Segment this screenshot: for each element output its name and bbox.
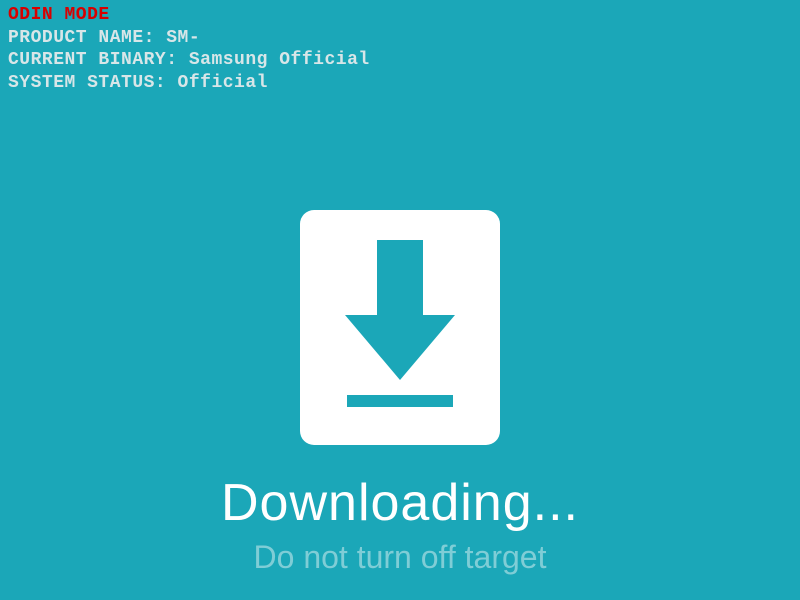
downloading-status-text: Downloading...	[221, 473, 579, 533]
current-binary-label: CURRENT BINARY:	[8, 50, 178, 70]
binary-info-line: CURRENT BINARY: Samsung Official	[8, 49, 370, 72]
product-info-line: PRODUCT NAME: SM-	[8, 27, 370, 50]
product-name-value: SM-	[166, 28, 200, 48]
system-status-value: Official	[178, 73, 268, 93]
system-status-label: SYSTEM STATUS:	[8, 73, 166, 93]
download-panel: Downloading... Do not turn off target	[221, 210, 579, 576]
system-info-block: ODIN MODE PRODUCT NAME: SM- CURRENT BINA…	[8, 4, 370, 94]
do-not-turn-off-warning: Do not turn off target	[254, 539, 547, 576]
download-arrow-icon	[325, 230, 475, 425]
download-icon-box	[300, 210, 500, 445]
product-name-label: PRODUCT NAME:	[8, 28, 155, 48]
system-status-line: SYSTEM STATUS: Official	[8, 72, 370, 95]
current-binary-value: Samsung Official	[189, 50, 370, 70]
mode-label: ODIN MODE	[8, 4, 370, 27]
